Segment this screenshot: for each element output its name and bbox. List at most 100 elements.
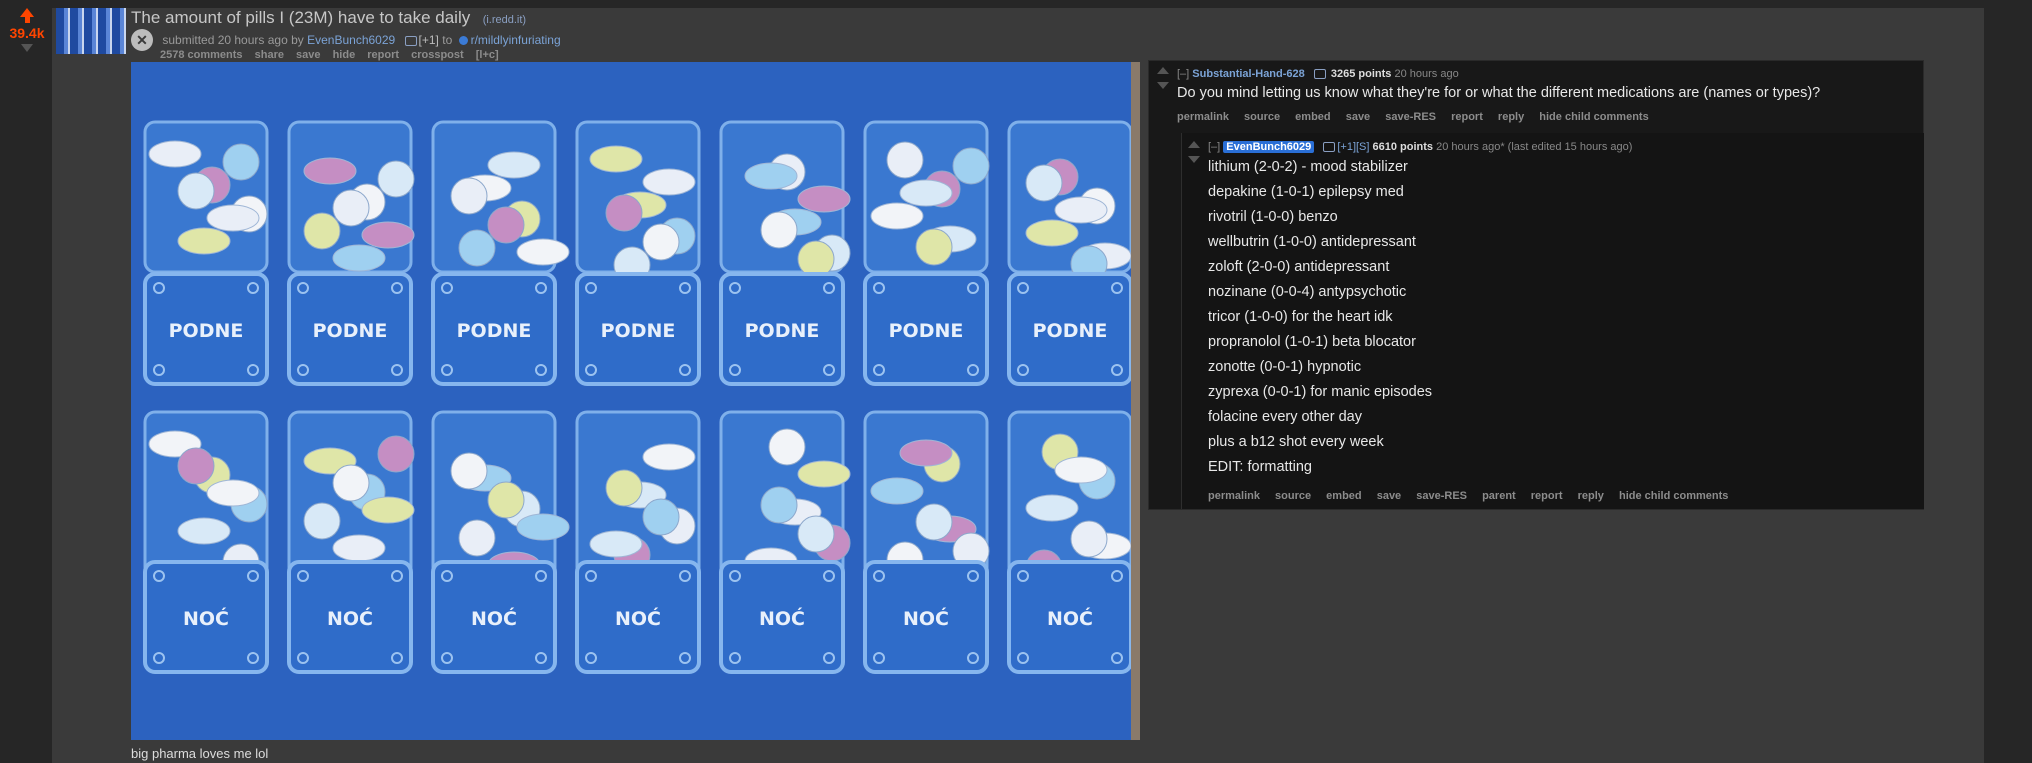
reply-button[interactable]: reply	[1578, 490, 1604, 502]
post-author[interactable]: EvenBunch6029	[307, 33, 395, 47]
pill-capsule	[177, 227, 231, 255]
pill-tablet	[487, 206, 525, 244]
pill-capsule	[744, 162, 798, 190]
tag-icon[interactable]	[404, 35, 417, 46]
pill-tablet	[642, 223, 680, 261]
pill-tablet	[303, 502, 341, 540]
report-button[interactable]: report	[367, 49, 399, 61]
comment-upvote-icon[interactable]	[1157, 67, 1169, 74]
author-flair[interactable]: [+1][S]	[1337, 141, 1369, 153]
pill-capsule	[797, 185, 851, 213]
comment-line: EDIT: formatting	[1208, 459, 1312, 475]
save-res-button[interactable]: save-RES	[1416, 490, 1467, 502]
collapse-toggle[interactable]: [–]	[1177, 68, 1189, 80]
crosspost-button[interactable]: crosspost	[411, 49, 464, 61]
comment-points: 3265 points	[1330, 68, 1392, 80]
comment-buttons: permalink source embed save save-RES rep…	[1177, 111, 1661, 123]
pill-capsule	[206, 204, 260, 232]
permalink-button[interactable]: permalink	[1177, 111, 1229, 123]
save-button[interactable]: save	[296, 49, 320, 61]
comment-upvote-icon[interactable]	[1188, 141, 1200, 148]
post-image[interactable]: PODNE PODNE PODNE PODNE PODNE PODNE PODNE NOĆ NO…	[131, 62, 1140, 740]
save-button[interactable]: save	[1377, 490, 1401, 502]
permalink-button[interactable]: permalink	[1208, 490, 1260, 502]
pill-capsule	[361, 221, 415, 249]
author-vote-tag[interactable]: [+1]	[419, 33, 439, 47]
pill-tablet	[332, 464, 370, 502]
comment-downvote-icon[interactable]	[1188, 156, 1200, 163]
pill-capsule	[642, 168, 696, 196]
pill-capsule	[870, 477, 924, 505]
pill-capsule	[148, 140, 202, 168]
pill-capsule	[487, 151, 541, 179]
hide-button[interactable]: hide	[333, 49, 356, 61]
lid-label: NOĆ	[327, 606, 373, 630]
pill-capsule	[589, 145, 643, 173]
upvote-arrow-icon[interactable]	[20, 8, 34, 17]
post-thumbnail[interactable]	[56, 8, 126, 54]
comment-body: lithium (2-0-2) - mood stabilizer depaki…	[1208, 155, 1432, 480]
post-title[interactable]: The amount of pills I (23M) have to take…	[131, 8, 470, 27]
pill-tablet	[797, 515, 835, 553]
hide-child-comments-button[interactable]: hide child comments	[1619, 490, 1728, 502]
pill-tablet	[458, 229, 496, 267]
pill-tablet	[177, 447, 215, 485]
collapse-toggle[interactable]: [–]	[1208, 141, 1220, 153]
comment-line: propranolol (1-0-1) beta blocator	[1208, 334, 1416, 350]
close-expando-icon[interactable]: ✕	[131, 29, 153, 51]
lc-button[interactable]: [l+c]	[476, 49, 499, 61]
comment-line: zoloft (2-0-0) antidepressant	[1208, 259, 1390, 275]
embed-button[interactable]: embed	[1326, 490, 1361, 502]
pill-tablet	[1070, 520, 1108, 558]
pill-tablet	[886, 141, 924, 179]
comment-author-op[interactable]: EvenBunch6029	[1223, 141, 1315, 153]
parent-button[interactable]: parent	[1482, 490, 1516, 502]
lid-label: PODNE	[457, 320, 532, 342]
tag-icon[interactable]	[1313, 69, 1326, 80]
pill-tablet	[377, 435, 415, 473]
post-title-row: The amount of pills I (23M) have to take…	[131, 8, 526, 28]
embed-button[interactable]: embed	[1295, 111, 1330, 123]
tag-icon[interactable]	[1323, 142, 1336, 153]
comment-points: 6610 points	[1372, 141, 1434, 153]
pill-capsule	[899, 439, 953, 467]
comment-line: tricor (1-0-0) for the heart idk	[1208, 309, 1393, 325]
share-button[interactable]: share	[255, 49, 284, 61]
pill-capsule	[516, 238, 570, 266]
pill-capsule	[516, 513, 570, 541]
save-button[interactable]: save	[1346, 111, 1370, 123]
comment-line: lithium (2-0-2) - mood stabilizer	[1208, 159, 1408, 175]
subreddit-icon	[458, 36, 468, 46]
comment-downvote-icon[interactable]	[1157, 82, 1169, 89]
pill-tablet	[450, 452, 488, 490]
pill-tablet	[487, 481, 525, 519]
comment-line: folacine every other day	[1208, 409, 1362, 425]
source-button[interactable]: source	[1244, 111, 1280, 123]
pill-capsule	[303, 157, 357, 185]
lid-label: NOĆ	[759, 606, 805, 630]
reply-button[interactable]: reply	[1498, 111, 1524, 123]
lid-label: PODNE	[1033, 320, 1108, 342]
lid-label: NOĆ	[903, 606, 949, 630]
pill-capsule	[870, 202, 924, 230]
comment-edited: (last edited 15 hours ago)	[1507, 141, 1633, 153]
downvote-arrow-icon[interactable]	[21, 44, 33, 52]
pill-capsule	[797, 460, 851, 488]
subreddit-link[interactable]: r/mildlyinfuriating	[471, 33, 561, 47]
pill-capsule	[1025, 219, 1079, 247]
save-res-button[interactable]: save-RES	[1385, 111, 1436, 123]
post-domain[interactable]: (i.redd.it)	[483, 14, 526, 26]
pill-tablet	[303, 212, 341, 250]
lid-label: PODNE	[169, 320, 244, 342]
comment-author[interactable]: Substantial-Hand-628	[1192, 68, 1304, 80]
comment-vote-arrows	[1157, 67, 1171, 89]
pill-capsule	[1025, 494, 1079, 522]
pill-tablet	[332, 189, 370, 227]
report-button[interactable]: report	[1531, 490, 1563, 502]
comment-line: depakine (1-0-1) epilepsy med	[1208, 184, 1404, 200]
hide-child-comments-button[interactable]: hide child comments	[1539, 111, 1648, 123]
source-button[interactable]: source	[1275, 490, 1311, 502]
report-button[interactable]: report	[1451, 111, 1483, 123]
comments-link[interactable]: 2578 comments	[160, 49, 243, 61]
pill-tablet	[177, 172, 215, 210]
